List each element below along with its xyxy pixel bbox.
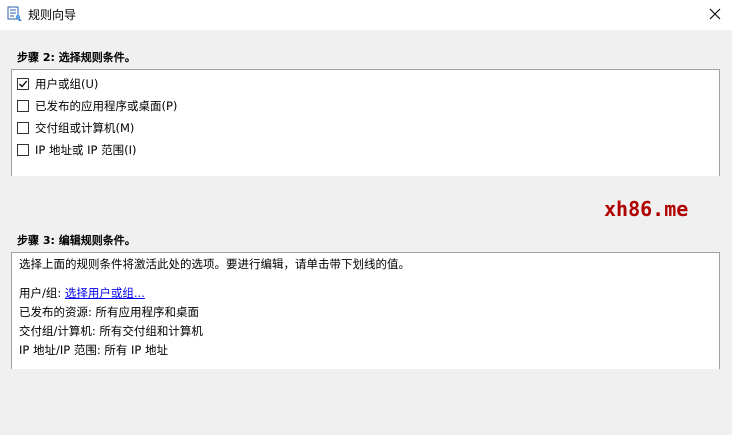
condition-label: 用户或组(U) <box>35 77 99 91</box>
title-bar: 规则向导 <box>0 0 732 30</box>
condition-ip-range[interactable]: IP 地址或 IP 范围(I) <box>17 141 136 159</box>
user-group-line: 用户/组: 选择用户或组... <box>19 286 145 300</box>
condition-user-group[interactable]: 用户或组(U) <box>17 75 98 93</box>
step3-label: 步骤 3: 编辑规则条件。 <box>17 234 136 247</box>
select-user-group-link[interactable]: 选择用户或组... <box>65 286 145 300</box>
condition-delivery-group[interactable]: 交付组或计算机(M) <box>17 119 134 137</box>
checkmark-icon <box>19 80 28 88</box>
resources-line: 已发布的资源: 所有应用程序和桌面 <box>19 305 200 319</box>
condition-published-apps[interactable]: 已发布的应用程序或桌面(P) <box>17 97 177 115</box>
conditions-list: 用户或组(U) 已发布的应用程序或桌面(P) 交付组或计算机(M) IP 地址或… <box>11 69 720 176</box>
ip-range-checkbox[interactable] <box>17 144 29 156</box>
ip-range-line: IP 地址/IP 范围: 所有 IP 地址 <box>19 343 169 357</box>
user-group-checkbox[interactable] <box>17 78 29 90</box>
published-apps-checkbox[interactable] <box>17 100 29 112</box>
delivery-group-checkbox[interactable] <box>17 122 29 134</box>
condition-editor: 选择上面的规则条件将激活此处的选项。要进行编辑，请单击带下划线的值。 用户/组:… <box>11 252 720 369</box>
condition-label: 交付组或计算机(M) <box>35 121 135 135</box>
watermark-text: xh86.me <box>604 197 689 221</box>
window-title: 规则向导 <box>28 8 77 22</box>
editor-instructions: 选择上面的规则条件将激活此处的选项。要进行编辑，请单击带下划线的值。 <box>19 257 410 271</box>
condition-label: IP 地址或 IP 范围(I) <box>35 143 137 157</box>
delivery-group-line: 交付组/计算机: 所有交付组和计算机 <box>19 324 203 338</box>
wizard-app-icon <box>7 6 23 22</box>
step2-label: 步骤 2: 选择规则条件。 <box>17 51 136 64</box>
close-button[interactable] <box>698 0 732 30</box>
rule-wizard-window: 规则向导 步骤 2: 选择规则条件。 用户或组(U) 已发布的应用程序或桌面(P… <box>0 0 732 435</box>
condition-label: 已发布的应用程序或桌面(P) <box>35 99 178 113</box>
close-icon <box>709 8 721 23</box>
user-group-prefix: 用户/组: <box>19 286 65 300</box>
